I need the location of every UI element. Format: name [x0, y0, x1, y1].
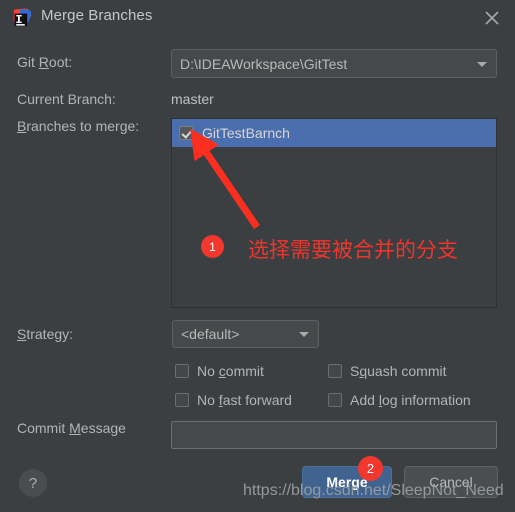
strategy-label: Strategy: [17, 326, 74, 342]
add-log-information-label: Add log information [350, 392, 471, 408]
title-bar: Merge Branches [0, 0, 515, 36]
strategy-value: <default> [181, 326, 240, 342]
commit-message-input[interactable] [171, 421, 497, 449]
chevron-down-icon [477, 61, 487, 67]
cancel-button[interactable]: Cancel [404, 466, 498, 498]
git-root-value: D:\IDEAWorkspace\GitTest [180, 55, 348, 72]
chevron-down-icon [299, 332, 309, 337]
intellij-idea-icon [12, 8, 32, 28]
merge-branches-dialog: Merge Branches Git Root: D:\IDEAWorkspac… [0, 0, 515, 512]
close-icon[interactable] [481, 7, 503, 29]
option-no-fast-forward[interactable]: No fast forward [175, 392, 292, 408]
squash-commit-label: Squash commit [350, 363, 447, 379]
option-no-commit[interactable]: No commit [175, 363, 264, 379]
commit-message-label: Commit Message [17, 420, 126, 436]
strategy-dropdown[interactable]: <default> [172, 320, 319, 348]
branches-to-merge-label: Branches to merge: [17, 118, 140, 134]
merge-button[interactable]: Merge [302, 466, 392, 498]
branch-name: GitTestBarnch [202, 125, 290, 141]
add-log-information-checkbox[interactable] [328, 393, 342, 407]
branch-checkbox[interactable] [179, 126, 193, 140]
option-add-log-information[interactable]: Add log information [328, 392, 471, 408]
option-squash-commit[interactable]: Squash commit [328, 363, 447, 379]
squash-commit-checkbox[interactable] [328, 364, 342, 378]
help-button[interactable]: ? [19, 469, 47, 497]
git-root-dropdown[interactable]: D:\IDEAWorkspace\GitTest [171, 49, 497, 78]
no-fast-forward-label: No fast forward [197, 392, 292, 408]
list-item[interactable]: GitTestBarnch [172, 119, 496, 147]
no-commit-checkbox[interactable] [175, 364, 189, 378]
window-title: Merge Branches [41, 7, 153, 24]
no-commit-label: No commit [197, 363, 264, 379]
git-root-label: Git Root: [17, 54, 73, 70]
current-branch-value: master [171, 91, 214, 107]
branches-list[interactable]: GitTestBarnch [171, 118, 497, 308]
no-fast-forward-checkbox[interactable] [175, 393, 189, 407]
current-branch-label: Current Branch: [17, 91, 116, 107]
